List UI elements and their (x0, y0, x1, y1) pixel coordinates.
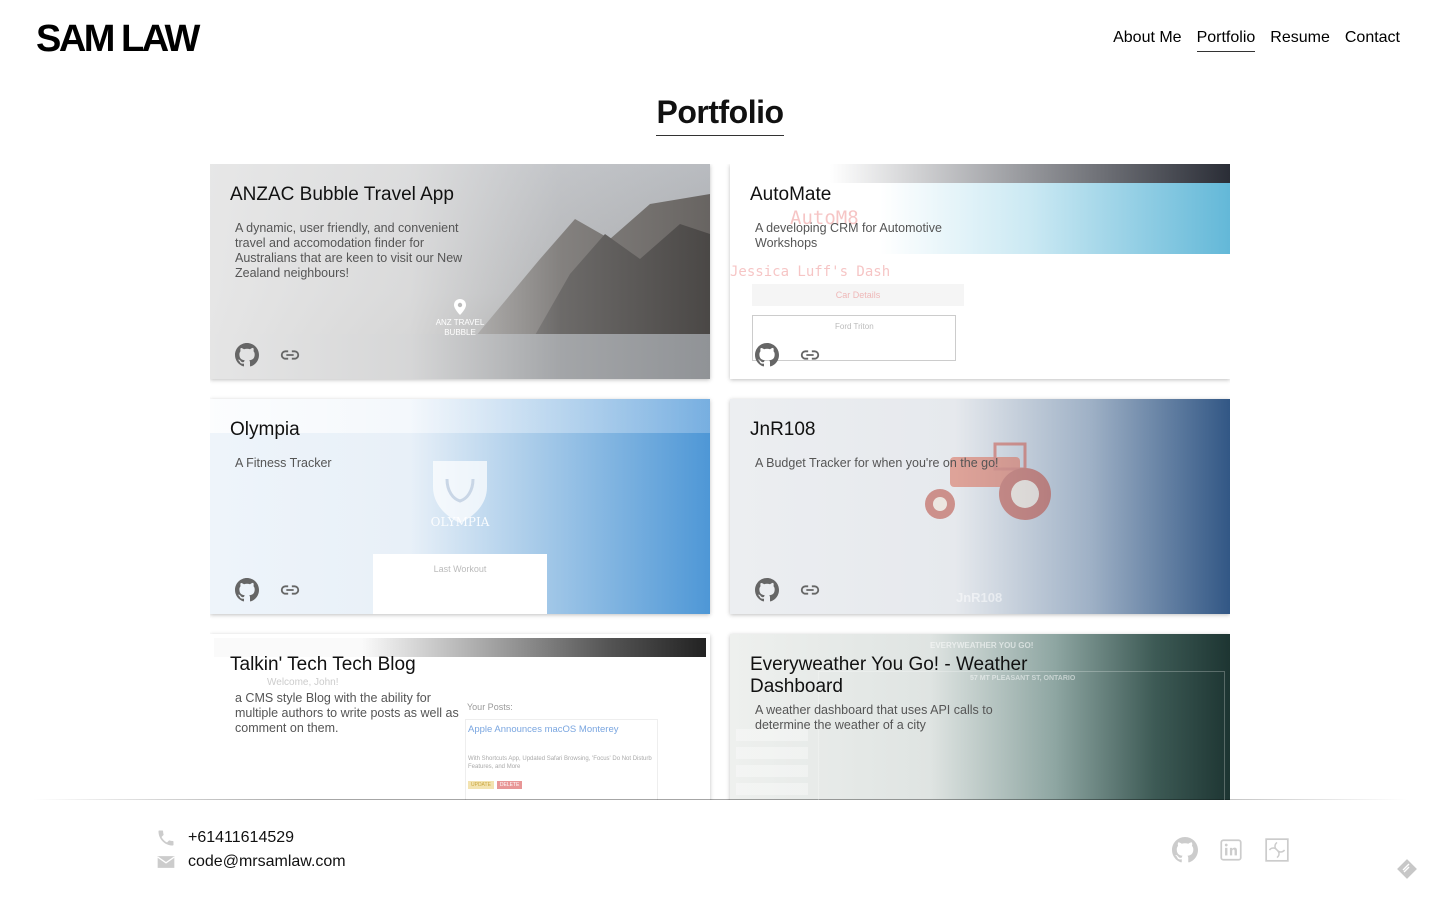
preview-logo: ANZ TRAVEL BUBBLE (430, 299, 490, 338)
project-description: A Budget Tracker for when you're on the … (755, 456, 999, 470)
social-links (1172, 837, 1290, 863)
phone-number[interactable]: +61411614529 (188, 829, 294, 847)
project-description: a CMS style Blog with the ability for mu… (235, 691, 459, 735)
preview-post-list: Apple Announces macOS Monterey With Shor… (465, 719, 658, 800)
link-icon[interactable] (279, 344, 301, 366)
link-icon[interactable] (279, 579, 301, 601)
contact-phone[interactable]: +61411614529 (156, 828, 294, 848)
github-icon[interactable] (235, 343, 259, 367)
project-links (235, 578, 301, 602)
mail-icon (157, 856, 175, 868)
email-address[interactable]: code@mrsamlaw.com (188, 853, 346, 871)
portfolio-grid: ANZ TRAVEL BUBBLE ANZAC Bubble Travel Ap… (210, 164, 1230, 800)
page-title-wrap: Portfolio (0, 94, 1440, 136)
project-title: ANZAC Bubble Travel App (230, 184, 454, 205)
preview-city-list (736, 729, 808, 800)
preview-text: Welcome, John! (267, 677, 339, 688)
project-card-olympia[interactable]: OLYMPIA Last Workout Olympia A Fitness T… (210, 399, 710, 614)
preview-text: Jessica Luff's Dash (730, 264, 891, 280)
preview-text: DELETE (496, 781, 523, 789)
project-title: JnR108 (750, 419, 816, 440)
project-title: Talkin' Tech Tech Blog (230, 654, 416, 675)
nav-portfolio[interactable]: Portfolio (1196, 29, 1256, 52)
github-icon[interactable] (1172, 837, 1198, 863)
preview-text: Last Workout (433, 564, 487, 574)
nav-about-me[interactable]: About Me (1113, 29, 1181, 52)
nav-resume[interactable]: Resume (1270, 29, 1330, 52)
project-card-automate[interactable]: AutoM8 Jessica Luff's Dash Car Details F… (730, 164, 1230, 379)
preview-text: ANZ TRAVEL (435, 318, 485, 327)
github-icon[interactable] (235, 578, 259, 602)
contact-email[interactable]: code@mrsamlaw.com (156, 852, 346, 872)
project-card-talkin-tech[interactable]: Welcome, John! Your Posts: Apple Announc… (210, 634, 710, 800)
project-title: Everyweather You Go! - Weather Dashboard (750, 654, 1028, 697)
project-description: A dynamic, user friendly, and convenient… (235, 221, 463, 280)
linkedin-icon[interactable] (1218, 837, 1244, 863)
project-title: Olympia (230, 419, 300, 440)
preview-text: JnR108 (956, 590, 1003, 605)
brand-logo[interactable]: SAM LAW (36, 18, 200, 61)
main-nav: About Me Portfolio Resume Contact (1113, 29, 1400, 52)
preview-text: BUBBLE (444, 328, 476, 337)
phone-icon (158, 830, 174, 846)
link-icon[interactable] (799, 344, 821, 366)
project-description: A Fitness Tracker (235, 456, 332, 470)
preview-text: OLYMPIA (430, 515, 490, 529)
page-title: Portfolio (656, 94, 784, 136)
project-links (755, 578, 821, 602)
map-pin-icon (454, 299, 466, 315)
preview-topbar (730, 164, 1230, 183)
link-icon[interactable] (799, 579, 821, 601)
project-links (755, 343, 821, 367)
project-title: AutoMate (750, 184, 832, 205)
project-links (235, 343, 301, 367)
tractor-image (925, 442, 1051, 520)
preview-text: Car Details (752, 284, 964, 306)
github-icon[interactable] (755, 578, 779, 602)
project-description: A developing CRM for Automotive Workshop… (755, 221, 942, 250)
github-icon[interactable] (755, 343, 779, 367)
project-description: A weather dashboard that uses API calls … (755, 703, 993, 732)
nav-contact[interactable]: Contact (1345, 29, 1400, 52)
feather-icon[interactable] (1394, 856, 1420, 882)
project-card-everyweather[interactable]: EVERYWEATHER YOU GO! 57 MT PLEASANT ST, … (730, 634, 1230, 800)
preview-panel: Last Workout (373, 554, 547, 614)
preview-text: With Shortcuts App, Updated Safari Brows… (468, 756, 652, 770)
preview-text: EVERYWEATHER YOU GO! (930, 641, 1034, 650)
project-card-anzac[interactable]: ANZ TRAVEL BUBBLE ANZAC Bubble Travel Ap… (210, 164, 710, 379)
preview-text: Apple Announces macOS Monterey (468, 724, 619, 735)
preview-text: UPDATE (468, 781, 494, 789)
project-card-jnr108[interactable]: JnR108 JnR108 A Budget Tracker for when … (730, 399, 1230, 614)
codesandbox-icon[interactable] (1264, 837, 1290, 863)
